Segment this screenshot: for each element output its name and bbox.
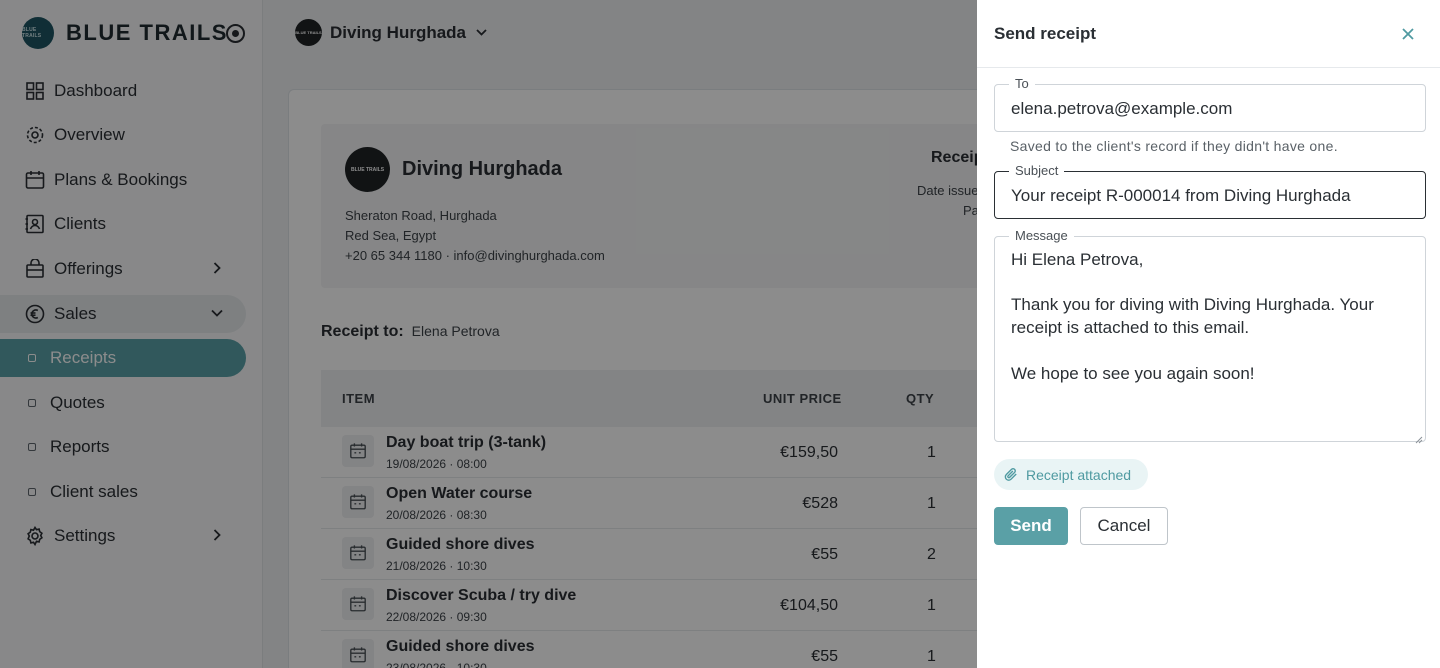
subject-label: Subject xyxy=(1009,163,1065,178)
paperclip-icon xyxy=(1004,467,1019,482)
to-value: elena.petrova@example.com xyxy=(1011,99,1233,118)
cancel-button[interactable]: Cancel xyxy=(1080,507,1168,545)
drawer-header: Send receipt xyxy=(977,0,1440,68)
attachment-label: Receipt attached xyxy=(1026,466,1132,483)
message-field[interactable]: Message Hi Elena Petrova, Thank you for … xyxy=(994,228,1426,444)
subject-value: Your receipt R-000014 from Diving Hurgha… xyxy=(1011,186,1351,205)
send-receipt-drawer: Send receipt To elena.petrova@example.co… xyxy=(977,0,1440,668)
resize-handle-icon[interactable] xyxy=(1415,431,1423,444)
receipt-attached-chip: Receipt attached xyxy=(994,459,1148,490)
send-button[interactable]: Send xyxy=(994,507,1068,545)
message-label: Message xyxy=(1009,228,1074,243)
to-field[interactable]: To elena.petrova@example.com xyxy=(994,76,1426,132)
subject-field[interactable]: Subject Your receipt R-000014 from Divin… xyxy=(994,163,1426,219)
to-label: To xyxy=(1009,76,1035,91)
drawer-title: Send receipt xyxy=(994,24,1097,43)
to-helper-text: Saved to the client's record if they did… xyxy=(1010,138,1338,154)
message-value: Hi Elena Petrova, Thank you for diving w… xyxy=(1011,250,1374,383)
close-icon[interactable] xyxy=(1398,24,1418,44)
